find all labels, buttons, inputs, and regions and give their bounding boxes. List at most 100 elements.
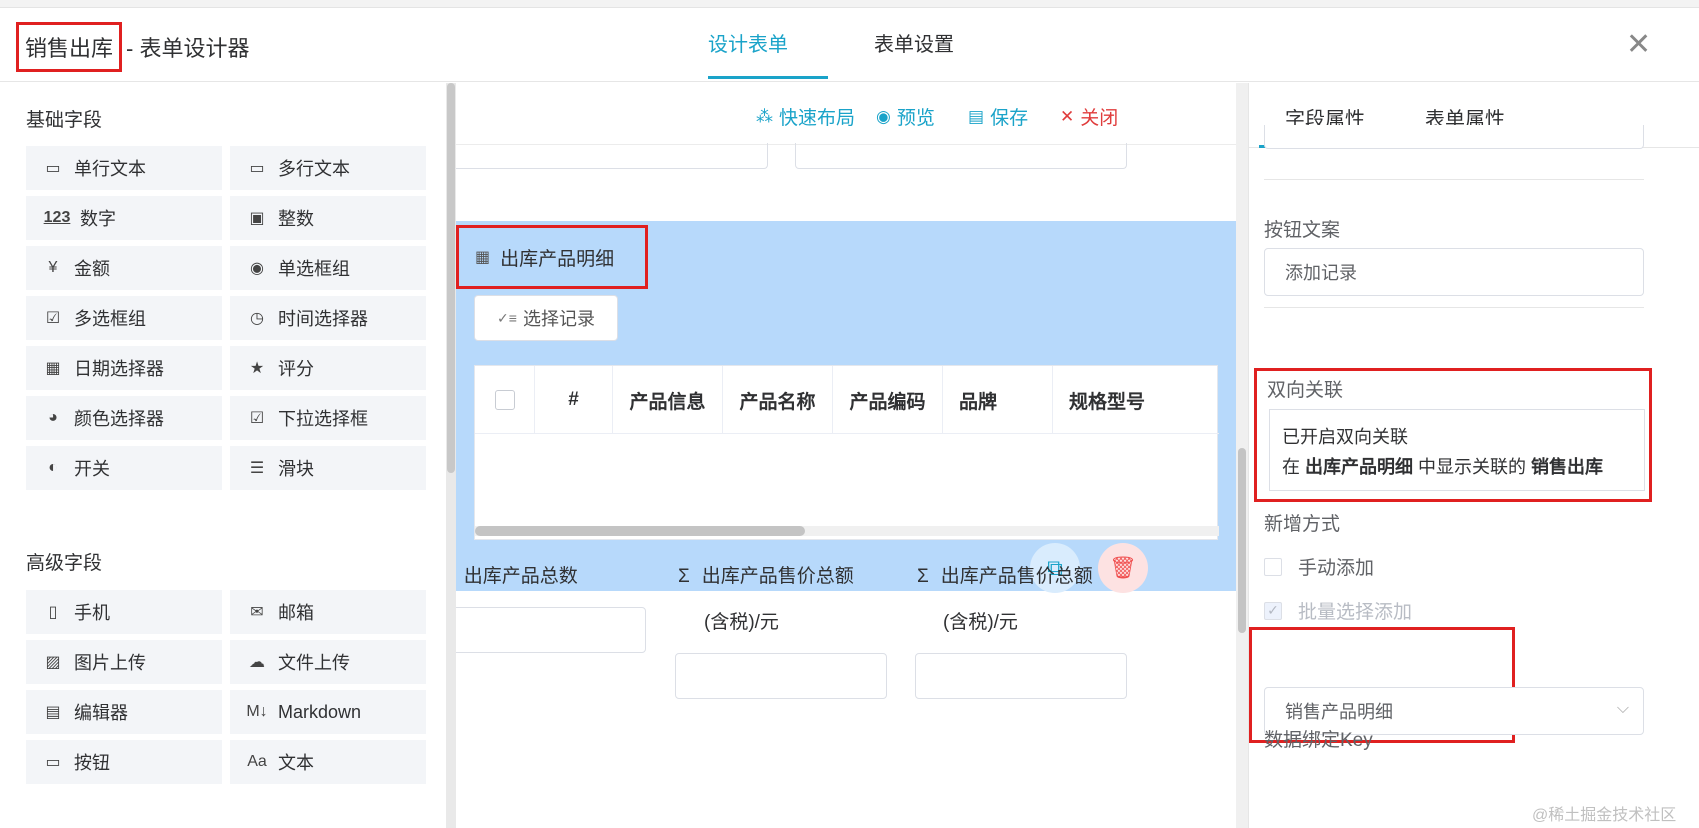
canvas-scrollbar-thumb[interactable] <box>1238 448 1246 633</box>
field-item-number[interactable]: 123 数字 <box>26 196 222 240</box>
bidirectional-detail: 在 出库产品明细 中显示关联的 销售出库 <box>1282 452 1632 482</box>
tab-design-form[interactable]: 设计表单 <box>708 28 788 57</box>
field-item-star[interactable]: ★ 评分 <box>230 346 426 390</box>
field-item-calendar[interactable]: ▦ 日期选择器 <box>26 346 222 390</box>
tab-form-settings[interactable]: 表单设置 <box>874 28 954 57</box>
summary-field-label: Σ出库产品总数 <box>456 561 578 588</box>
field-item-switch[interactable]: ◐ 开关 <box>26 446 222 490</box>
field-item-label: 数字 <box>80 209 116 229</box>
field-item-label: 文本 <box>278 753 314 773</box>
bidirectional-status: 已开启双向关联 <box>1282 427 1408 447</box>
summary-field-label: Σ 出库产品售价总额 <box>917 561 1093 588</box>
slider-icon: ☰ <box>249 460 265 477</box>
chevron-down-icon: ⌵ <box>1616 700 1629 717</box>
summary-input[interactable] <box>675 653 887 699</box>
field-item-label: 日期选择器 <box>74 359 164 379</box>
designer-header: 销售出库 - 表单设计器 设计表单 表单设置 ✕ <box>0 8 1699 82</box>
column-header: 品牌 <box>943 366 1053 434</box>
field-item-label: 单选框组 <box>278 259 350 279</box>
quick-layout-button[interactable]: ⁂ 快速布局 <box>756 103 855 130</box>
select-all-cell <box>475 366 535 434</box>
clock-icon: ◷ <box>250 310 264 327</box>
table-header: # 产品信息 产品名称 产品编码 品牌 规格型号 <box>475 366 1219 434</box>
amount-icon: ¥ <box>48 259 58 276</box>
save-icon: ▤ <box>968 106 985 126</box>
batch-add-option[interactable]: ✓ 批量选择添加 <box>1264 597 1412 624</box>
manual-add-checkbox[interactable] <box>1264 557 1282 576</box>
field-item-phone[interactable]: ▯ 手机 <box>26 590 222 634</box>
title-suffix: - 表单设计器 <box>126 36 250 61</box>
detail-target: 销售出库 <box>1531 457 1604 477</box>
table-horizontal-scrollbar[interactable] <box>475 526 1219 536</box>
editor-icon: ▤ <box>45 704 61 721</box>
field-item-label: 滑块 <box>278 459 314 479</box>
column-header: 产品名称 <box>723 366 833 434</box>
calendar-icon: ▦ <box>45 360 61 377</box>
field-item-label: 评分 <box>278 359 314 379</box>
save-button[interactable]: ▤ 保存 <box>968 103 1028 130</box>
field-item-integer[interactable]: ▣ 整数 <box>230 196 426 240</box>
file-upload-icon: ☁ <box>249 654 265 671</box>
field-item-label: 多选框组 <box>74 309 146 329</box>
page-title: 销售出库 - 表单设计器 <box>16 22 249 72</box>
field-item-label: 金额 <box>74 259 110 279</box>
field-item-select[interactable]: ☑ 下拉选择框 <box>230 396 426 440</box>
bidirectional-label: 双向关联 <box>1267 380 1344 401</box>
form-field-stub[interactable] <box>795 143 1127 169</box>
bidirectional-info: 已开启双向关联 在 出库产品明细 中显示关联的 销售出库 <box>1269 409 1645 491</box>
detail-prefix: 在 <box>1282 457 1300 477</box>
form-field-stub[interactable] <box>456 143 768 169</box>
field-item-checkbox[interactable]: ☑ 多选框组 <box>26 296 222 340</box>
select-icon: ☑ <box>249 410 265 427</box>
data-key-label: 数据绑定Key <box>1264 730 1373 751</box>
subform-title: ▦ 出库产品明细 <box>456 225 648 289</box>
field-item-button[interactable]: ▭ 按钮 <box>26 740 222 784</box>
field-item-image-upload[interactable]: ▨ 图片上传 <box>26 640 222 684</box>
field-item-label: 编辑器 <box>74 703 128 723</box>
text-icon: Aa <box>247 753 267 770</box>
field-item-markdown[interactable]: M↓ Markdown <box>230 690 426 734</box>
canvas-scrollbar[interactable] <box>1236 83 1248 828</box>
button-text-input[interactable]: 添加记录 <box>1264 248 1644 296</box>
field-item-single-line-text[interactable]: ▭ 单行文本 <box>26 146 222 190</box>
sigma-icon: Σ <box>678 566 690 587</box>
list-check-icon: ✓≡ <box>497 309 517 326</box>
select-records-label: 选择记录 <box>522 309 595 329</box>
field-item-label: 图片上传 <box>74 653 146 673</box>
palette-scrollbar-thumb[interactable] <box>447 83 455 473</box>
number-icon: 123 <box>43 209 71 226</box>
batch-source-value: 销售产品明细 <box>1285 702 1393 722</box>
field-item-mail[interactable]: ✉ 邮箱 <box>230 590 426 634</box>
field-item-radio[interactable]: ◉ 单选框组 <box>230 246 426 290</box>
delete-field-button[interactable]: 🗑 <box>1098 543 1148 593</box>
image-upload-icon: ▨ <box>45 654 61 671</box>
field-item-clock[interactable]: ◷ 时间选择器 <box>230 296 426 340</box>
summary-input[interactable] <box>915 653 1127 699</box>
field-item-slider[interactable]: ☰ 滑块 <box>230 446 426 490</box>
previous-field-stub[interactable] <box>1264 125 1644 149</box>
column-header: 产品信息 <box>613 366 723 434</box>
close-icon[interactable]: ✕ <box>1626 30 1651 60</box>
field-item-multi-line-text[interactable]: ▭ 多行文本 <box>230 146 426 190</box>
field-item-text[interactable]: Aa 文本 <box>230 740 426 784</box>
select-all-checkbox[interactable] <box>494 390 515 410</box>
field-item-label: 按钮 <box>74 753 110 773</box>
subform-selected[interactable]: ▦ 出库产品明细 ✓≡ 选择记录 # 产品信息 产品名称 产品编码 品牌 规格型… <box>456 221 1236 593</box>
summary-input[interactable] <box>456 607 646 653</box>
field-item-editor[interactable]: ▤ 编辑器 <box>26 690 222 734</box>
quick-layout-label: 快速布局 <box>779 108 856 129</box>
summary-field-label: Σ 出库产品售价总额 <box>678 561 854 588</box>
checkbox-icon: ☑ <box>45 310 61 327</box>
palette-scrollbar[interactable] <box>446 83 456 828</box>
manual-add-option[interactable]: 手动添加 <box>1264 553 1374 580</box>
close-canvas-button[interactable]: ✕ 关闭 <box>1060 103 1118 130</box>
field-item-palette[interactable]: ◕ 颜色选择器 <box>26 396 222 440</box>
preview-label: 预览 <box>896 108 935 129</box>
field-item-file-upload[interactable]: ☁ 文件上传 <box>230 640 426 684</box>
field-item-amount[interactable]: ¥ 金额 <box>26 246 222 290</box>
canvas-toolbar: ⁂ 快速布局 ◉ 预览 ▤ 保存 ✕ 关闭 <box>456 83 1236 145</box>
select-records-button[interactable]: ✓≡ 选择记录 <box>474 295 618 341</box>
preview-button[interactable]: ◉ 预览 <box>876 103 935 130</box>
batch-add-checkbox[interactable]: ✓ <box>1264 601 1282 620</box>
table-scrollbar-thumb[interactable] <box>475 526 805 536</box>
